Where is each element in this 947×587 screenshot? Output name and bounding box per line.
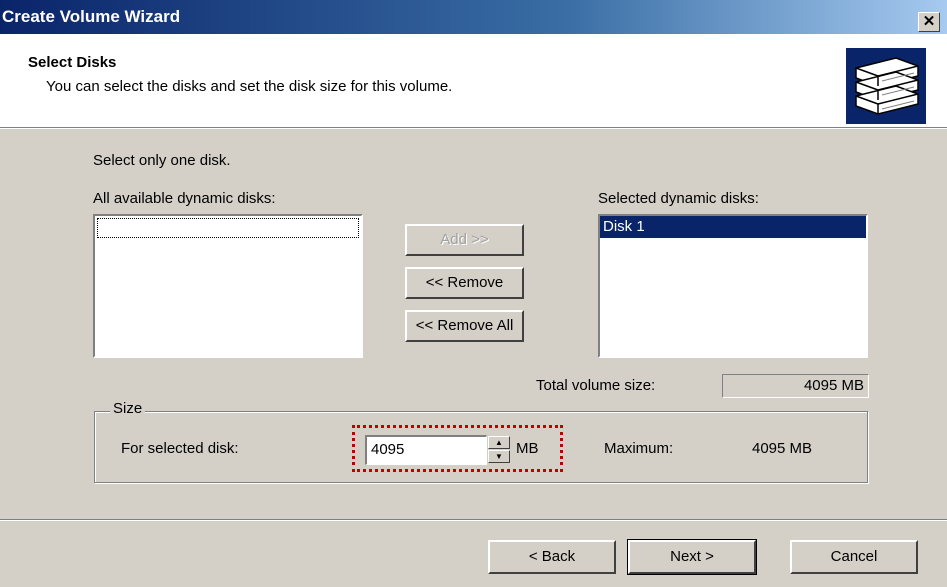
spin-down-button[interactable]: ▼ [488,450,510,463]
size-unit-label: MB [516,440,539,457]
instruction-text: Select only one disk. [93,152,231,169]
disk-size-input[interactable]: 4095 [365,435,487,465]
remove-button[interactable]: << Remove [405,267,524,299]
next-button[interactable]: Next > [627,539,757,575]
window-title: Create Volume Wizard [2,7,181,26]
list-focus-item[interactable] [97,218,359,238]
arrow-up-icon: ▲ [495,438,503,447]
cancel-button[interactable]: Cancel [790,540,918,574]
close-button[interactable]: ✕ [918,12,940,32]
disk-size-stepper[interactable]: ▲ ▼ [488,436,510,464]
page-subtitle: You can select the disks and set the dis… [46,78,453,95]
total-volume-size-value: 4095 MB [722,374,869,398]
footer-separator-highlight [0,520,947,521]
selected-disks-label: Selected dynamic disks: [598,190,759,207]
wizard-header: Select Disks You can select the disks an… [0,34,947,128]
total-volume-size-label: Total volume size: [536,377,656,394]
remove-all-button[interactable]: << Remove All [405,310,524,342]
available-disks-list[interactable] [93,214,363,358]
available-disks-label: All available dynamic disks: [93,190,276,207]
add-button[interactable]: Add >> [405,224,524,256]
back-button[interactable]: < Back [488,540,616,574]
title-bar: Create Volume Wizard [0,0,947,34]
arrow-down-icon: ▼ [495,452,503,461]
spin-up-button[interactable]: ▲ [488,436,510,449]
size-group-legend: Size [110,400,146,417]
list-item-disk-1[interactable]: Disk 1 [600,216,866,238]
close-icon: ✕ [922,13,936,30]
maximum-value: 4095 MB [752,440,813,457]
for-selected-disk-label: For selected disk: [121,440,239,457]
disk-stack-icon [846,48,926,124]
page-title: Select Disks [28,54,117,71]
header-separator [0,128,947,129]
selected-disks-list[interactable]: Disk 1 [598,214,868,358]
maximum-label: Maximum: [604,440,674,457]
